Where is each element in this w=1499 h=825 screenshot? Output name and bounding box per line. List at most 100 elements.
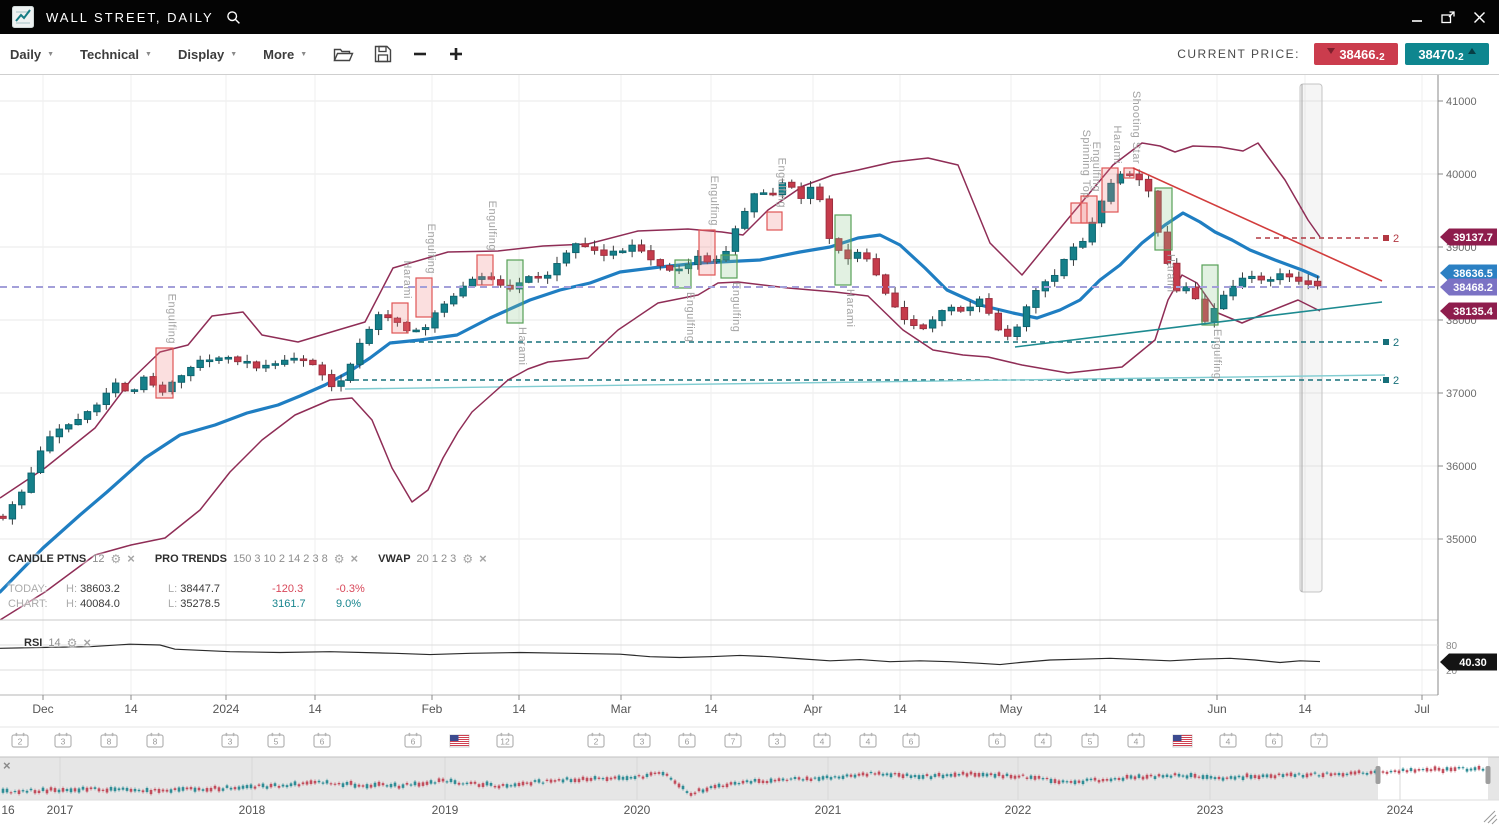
menu-display[interactable]: Display ▼ bbox=[178, 47, 237, 62]
price-tag-value: 39137.7 bbox=[1453, 232, 1493, 244]
search-icon[interactable] bbox=[226, 10, 241, 25]
open-folder-icon[interactable] bbox=[333, 46, 354, 63]
calendar-event-icon[interactable]: 8 bbox=[101, 733, 117, 747]
pattern-label: Harami bbox=[516, 327, 528, 365]
calendar-event-icon[interactable]: 5 bbox=[1082, 733, 1098, 747]
calendar-event-icon[interactable]: 6 bbox=[989, 733, 1005, 747]
y-axis-tick-label: 36000 bbox=[1446, 461, 1477, 473]
navigator-selection[interactable] bbox=[1378, 757, 1488, 800]
calendar-event-icon[interactable]: 4 bbox=[1035, 733, 1051, 747]
gear-icon[interactable]: ⚙ bbox=[462, 553, 473, 565]
x-axis-tick-label: 14 bbox=[1093, 702, 1107, 716]
pattern-box-engulfing bbox=[477, 255, 493, 285]
event-count: 6 bbox=[995, 737, 1000, 747]
pattern-box-spinning-top bbox=[1071, 203, 1087, 223]
sell-price-button[interactable]: 38466.2 bbox=[1314, 43, 1398, 65]
navigator-close-button[interactable]: × bbox=[3, 758, 11, 773]
event-count: 3 bbox=[61, 737, 66, 747]
calendar-event-icon[interactable]: 3 bbox=[55, 733, 71, 747]
y-axis-tick-label: 39000 bbox=[1446, 242, 1477, 254]
chevron-down-icon: ▼ bbox=[230, 51, 237, 58]
levels-layer: 222 bbox=[345, 233, 1399, 389]
calendar-event-icon[interactable]: 4 bbox=[1128, 733, 1144, 747]
menu-daily[interactable]: Daily ▼ bbox=[10, 47, 54, 62]
today-change: -120.3 bbox=[272, 583, 336, 595]
pattern-box-engulfing bbox=[416, 278, 432, 317]
pattern-label: Engulfing bbox=[730, 282, 742, 332]
remove-indicator-icon[interactable]: × bbox=[351, 552, 359, 565]
x-axis-tick-label: Apr bbox=[804, 702, 823, 716]
close-icon[interactable] bbox=[1472, 10, 1487, 25]
chevron-down-icon: ▼ bbox=[145, 51, 152, 58]
rsi-axis-label: 80 bbox=[1446, 641, 1458, 652]
pattern-label: Engulfing bbox=[708, 176, 720, 226]
pattern-box-engulfing bbox=[767, 212, 782, 230]
calendar-event-icon[interactable]: 8 bbox=[147, 733, 163, 747]
calendar-event-icon[interactable]: 4 bbox=[814, 733, 830, 747]
calendar-event-icon[interactable]: 6 bbox=[679, 733, 695, 747]
candlestick-series bbox=[0, 169, 1321, 524]
x-axis-tick-label: 14 bbox=[893, 702, 907, 716]
gear-icon[interactable]: ⚙ bbox=[334, 553, 345, 565]
minimize-icon[interactable] bbox=[1410, 10, 1424, 24]
event-count: 3 bbox=[228, 737, 233, 747]
calendar-event-icon[interactable]: 7 bbox=[1311, 733, 1327, 747]
calendar-event-icon[interactable]: 6 bbox=[1266, 733, 1282, 747]
calendar-event-icon[interactable]: 3 bbox=[222, 733, 238, 747]
time-axis: Dec14202414Feb14Mar14Apr14May14Jun14Jul bbox=[0, 695, 1499, 727]
session-stats: TODAY: H: 38603.2 L: 38447.7 -120.3 -0.3… bbox=[8, 583, 388, 613]
navigator-track[interactable] bbox=[0, 757, 1499, 800]
price-tag-value: 40.30 bbox=[1459, 657, 1487, 669]
calendar-event-icon[interactable]: 2 bbox=[588, 733, 604, 747]
pattern-label: Spinning Top bbox=[1080, 130, 1092, 199]
us-flag-event-icon[interactable] bbox=[1173, 735, 1192, 747]
y-axis-tick-label: 37000 bbox=[1446, 388, 1477, 400]
navigator-right-handle[interactable] bbox=[1486, 766, 1491, 784]
moving-average bbox=[0, 213, 1318, 592]
navigator-year-label: 2024 bbox=[1387, 803, 1414, 817]
indicator-pro-trends: PRO TRENDS 150 3 10 2 14 2 3 8 ⚙ × bbox=[155, 552, 358, 565]
calendar-event-icon[interactable]: 4 bbox=[1220, 733, 1236, 747]
price-tag bbox=[1440, 279, 1497, 296]
zoom-out-icon[interactable] bbox=[412, 46, 428, 62]
buy-price-button[interactable]: 38470.2 bbox=[1405, 43, 1489, 65]
pattern-label: Harami bbox=[844, 289, 856, 327]
event-count: 4 bbox=[1041, 737, 1046, 747]
calendar-event-icon[interactable]: 7 bbox=[725, 733, 741, 747]
navigator-left-handle[interactable] bbox=[1376, 766, 1381, 784]
event-count: 3 bbox=[640, 737, 645, 747]
window-controls bbox=[1410, 10, 1487, 25]
us-flag-event-icon[interactable] bbox=[450, 735, 469, 747]
gear-icon[interactable]: ⚙ bbox=[67, 637, 78, 649]
event-count: 6 bbox=[411, 737, 416, 747]
x-axis-tick-label: May bbox=[1000, 702, 1023, 716]
calendar-event-icon[interactable]: 6 bbox=[314, 733, 330, 747]
remove-indicator-icon[interactable]: × bbox=[127, 552, 135, 565]
price-tag bbox=[1440, 303, 1497, 320]
calendar-event-icon[interactable]: 3 bbox=[769, 733, 785, 747]
calendar-event-icon[interactable]: 6 bbox=[405, 733, 421, 747]
calendar-event-icon[interactable]: 5 bbox=[268, 733, 284, 747]
pattern-label: Engulfing bbox=[425, 224, 437, 274]
calendar-event-icon[interactable]: 6 bbox=[903, 733, 919, 747]
menu-technical[interactable]: Technical ▼ bbox=[80, 47, 152, 62]
remove-indicator-icon[interactable]: × bbox=[479, 552, 487, 565]
remove-indicator-icon[interactable]: × bbox=[83, 636, 91, 649]
gear-icon[interactable]: ⚙ bbox=[110, 553, 121, 565]
calendar-event-icon[interactable]: 4 bbox=[860, 733, 876, 747]
x-axis-tick-label: Feb bbox=[422, 702, 443, 716]
save-icon[interactable] bbox=[374, 45, 392, 63]
event-count: 8 bbox=[153, 737, 158, 747]
calendar-event-icon[interactable]: 3 bbox=[634, 733, 650, 747]
zoom-in-icon[interactable] bbox=[448, 46, 464, 62]
x-axis-tick-label: Jun bbox=[1207, 702, 1226, 716]
popout-icon[interactable] bbox=[1440, 10, 1456, 25]
pattern-label: Engulfing bbox=[1211, 329, 1223, 379]
menu-more[interactable]: More ▼ bbox=[263, 47, 307, 62]
resize-grip-icon[interactable] bbox=[1484, 811, 1497, 824]
navigator-year-label: 2018 bbox=[239, 803, 266, 817]
upper-band bbox=[0, 143, 1320, 498]
calendar-event-icon[interactable]: 12 bbox=[497, 733, 513, 747]
calendar-event-icon[interactable]: 2 bbox=[12, 733, 28, 747]
chart-change: 3161.7 bbox=[272, 598, 336, 610]
